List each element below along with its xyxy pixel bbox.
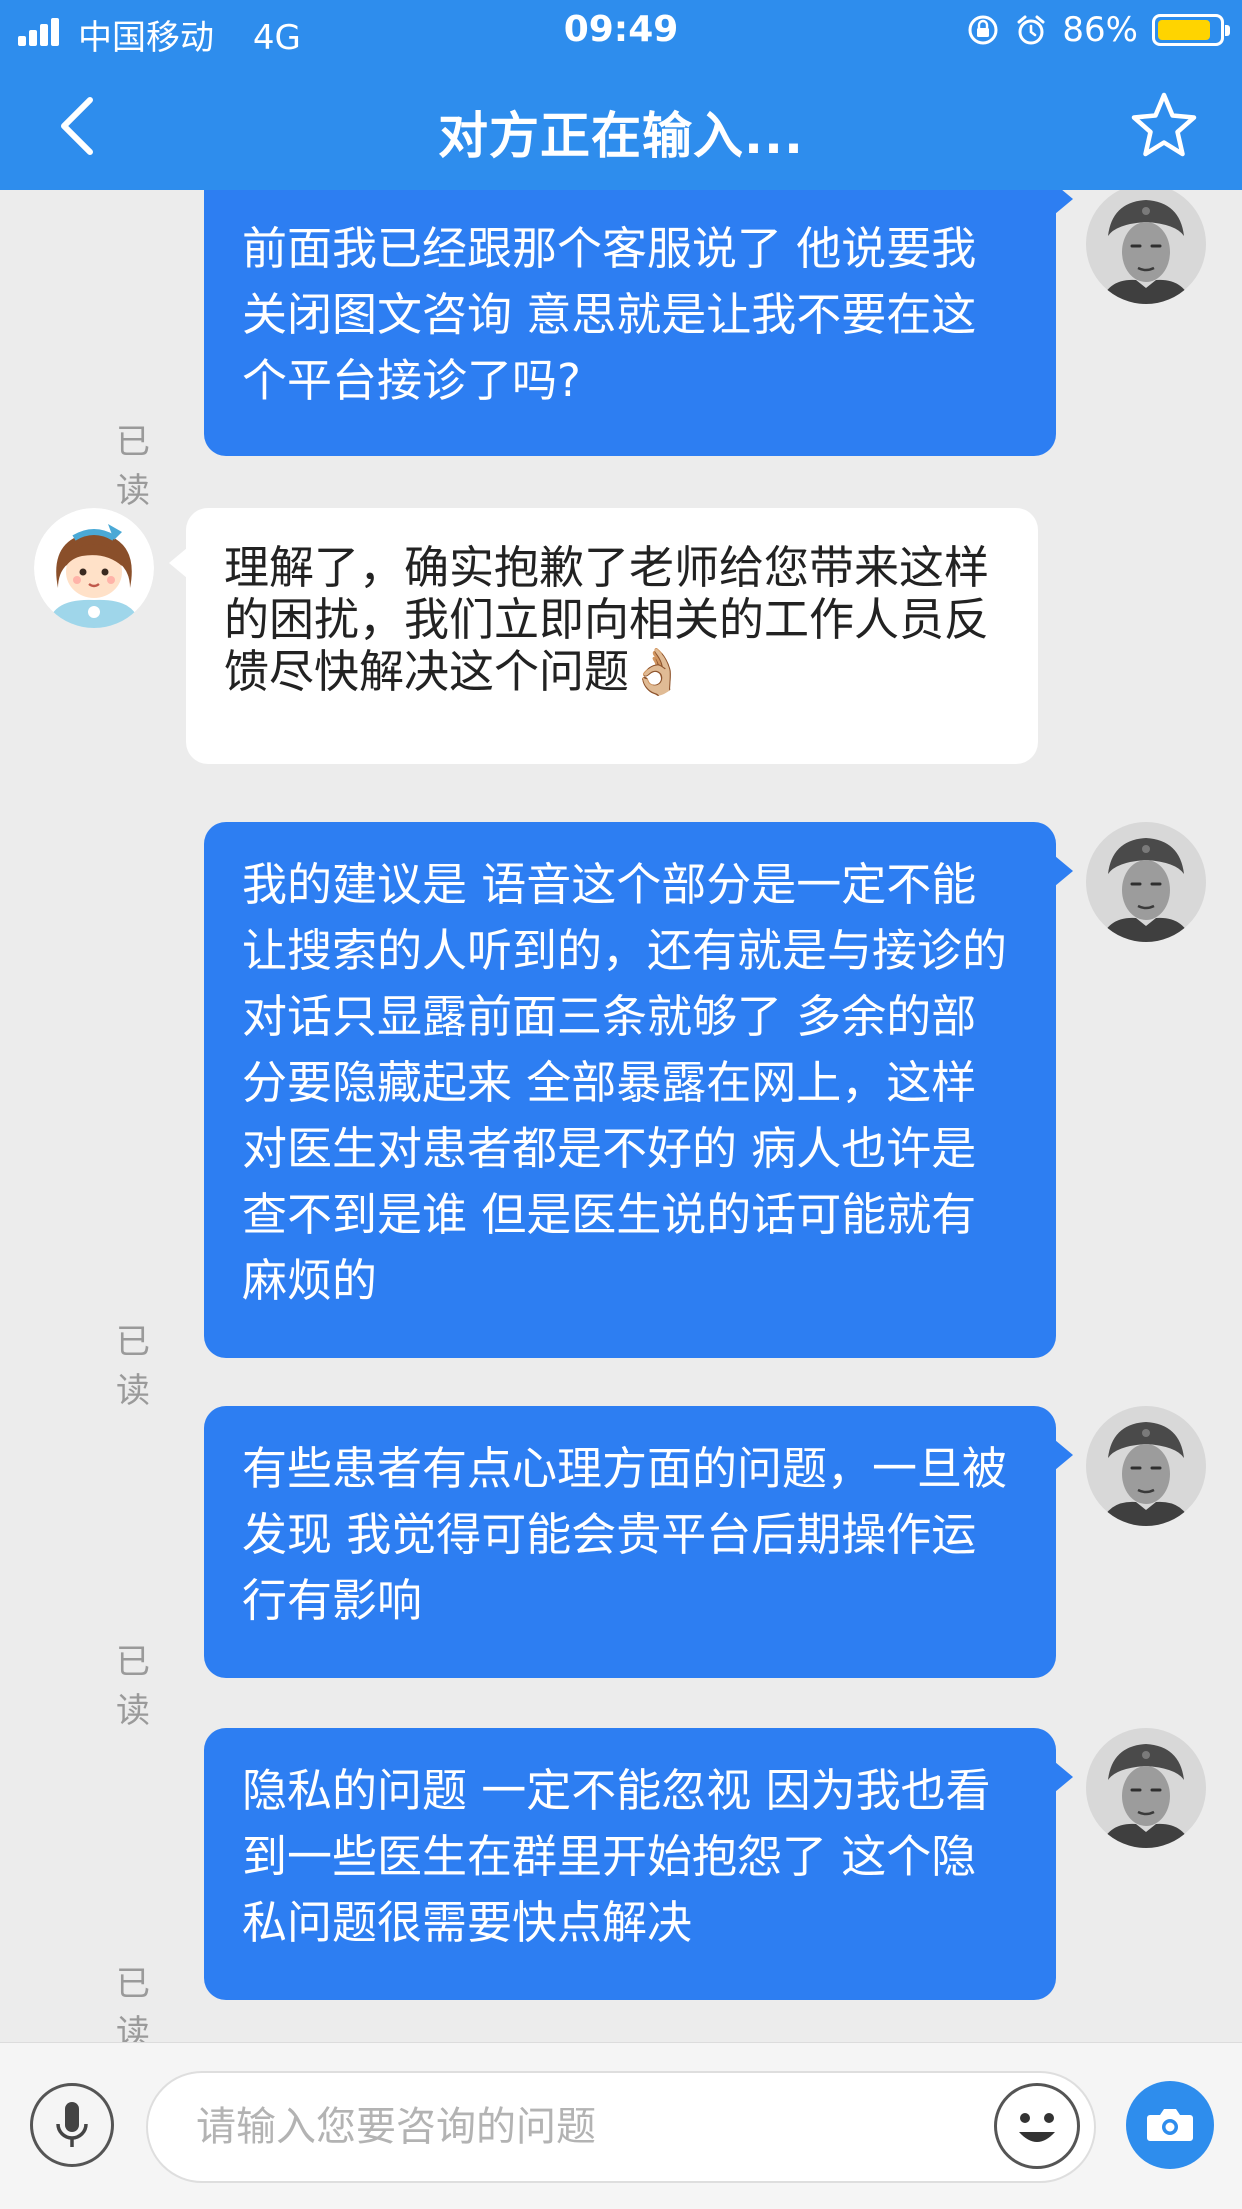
message-text: 有些患者有点心理方面的问题，一旦被发现 我觉得可能会贵平台后期操作运行有影响 [242,1442,1008,1627]
read-status: 已读 [116,1642,150,1731]
input-bar [0,2042,1242,2209]
message-bubble[interactable]: 有些患者有点心理方面的问题，一旦被发现 我觉得可能会贵平台后期操作运行有影响 [204,1406,1073,1678]
message-bubble[interactable]: 我的建议是 语音这个部分是一定不能让搜索的人听到的，还有就是与接诊的对话只显露前… [204,822,1073,1358]
read-status: 已读 [116,1322,150,1411]
voice-input-button[interactable] [30,2083,114,2167]
doctor-avatar[interactable] [1086,190,1206,304]
alarm-icon [1017,15,1045,45]
microphone-icon [56,2102,88,2147]
ok-hand-emoji: 👌🏼 [629,645,686,698]
read-status: 已读 [116,422,150,511]
message-bubble[interactable]: 隐私的问题 一定不能忽视 因为我也看到一些医生在群里开始抱怨了 这个隐私问题很需… [204,1728,1073,2000]
top-bar: 中国移动 4G 09:49 86% 对方正在输入... [0,0,1242,190]
read-status: 已读 [116,1964,150,2042]
navigation-bar: 对方正在输入... [0,62,1242,190]
message-bubble[interactable]: 理解了，确实抱歉了老师给您带来这样的困扰，我们立即向相关的工作人员反馈尽快解决这… [169,508,1038,764]
battery-percent: 86% [1062,10,1138,50]
smiley-face-icon [1019,2113,1055,2142]
message-text: 隐私的问题 一定不能忽视 因为我也看到一些医生在群里开始抱怨了 这个隐私问题很需… [242,1764,991,1949]
emoji-button[interactable] [994,2083,1080,2169]
doctor-avatar[interactable] [1086,1728,1206,1848]
doctor-avatar[interactable] [1086,1406,1206,1526]
status-indicators: 86% [966,10,1230,50]
question-input[interactable] [146,2071,1096,2183]
battery-icon [1152,14,1230,46]
battery-fill [1158,20,1210,40]
message-text: 理解了，确实抱歉了老师给您带来这样的困扰，我们立即向相关的工作人员反馈尽快解决这… [224,541,990,698]
message-bubble[interactable]: 前面我已经跟那个客服说了 他说要我关闭图文咨询 意思就是让我不要在这个平台接诊了… [204,190,1073,456]
rotation-lock-icon [968,15,998,45]
star-outline-icon[interactable] [1126,88,1202,164]
doctor-avatar[interactable] [1086,822,1206,942]
page-title: 对方正在输入... [438,107,804,165]
support-agent-avatar[interactable] [34,508,154,628]
camera-icon [1147,2109,1193,2141]
camera-button[interactable] [1126,2081,1214,2169]
chat-message-list[interactable]: 前面我已经跟那个客服说了 他说要我关闭图文咨询 意思就是让我不要在这个平台接诊了… [0,190,1242,2042]
message-text: 前面我已经跟那个客服说了 他说要我关闭图文咨询 意思就是让我不要在这个平台接诊了… [242,222,977,407]
status-bar: 中国移动 4G 09:49 86% [0,0,1242,62]
message-text: 我的建议是 语音这个部分是一定不能让搜索的人听到的，还有就是与接诊的对话只显露前… [242,858,1008,1307]
